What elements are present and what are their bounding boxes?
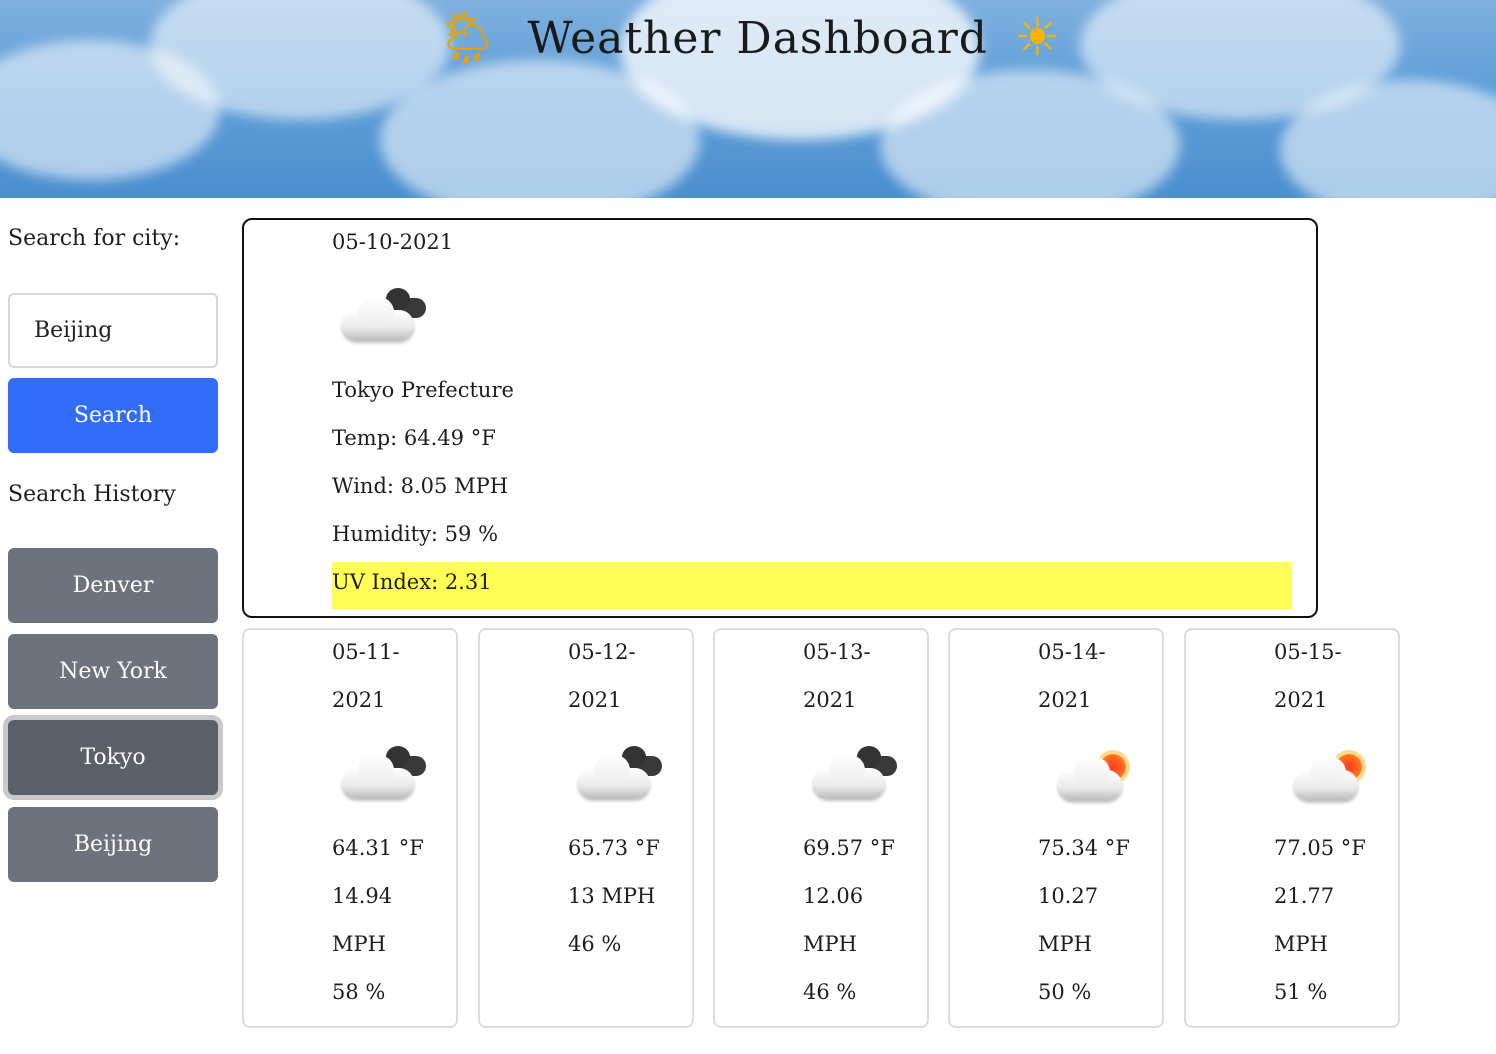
- page-title: Weather Dashboard: [527, 12, 988, 64]
- forecast-wind: 21.77: [1274, 884, 1335, 908]
- forecast-humidity: 46 %: [568, 932, 622, 956]
- forecast-temp: 75.34 °F: [1038, 836, 1130, 860]
- forecast-card: 05-14- 2021 75.34 °F 10.27 MPH 50 %: [948, 628, 1164, 1028]
- current-uv-index: UV Index: 2.31: [332, 570, 492, 594]
- cloudy-icon: [574, 746, 670, 806]
- forecast-card: 05-13- 2021 69.57 °F 12.06 MPH 46 %: [713, 628, 929, 1028]
- current-weather-card: 05-10-2021 Tokyo Prefecture Temp: 64.49 …: [242, 218, 1318, 618]
- forecast-humidity: 46 %: [803, 980, 857, 1004]
- forecast-temp: 77.05 °F: [1274, 836, 1366, 860]
- city-search-input[interactable]: [8, 293, 218, 368]
- history-button-new-york[interactable]: New York: [8, 634, 218, 709]
- sun-icon: ☀: [1013, 8, 1062, 68]
- sun-behind-rain-cloud-icon: 🌦: [434, 8, 502, 68]
- partly-sunny-icon: [1054, 748, 1150, 808]
- forecast-date-year: 2021: [568, 688, 622, 712]
- forecast-date: 05-12-: [568, 640, 636, 664]
- forecast-date-year: 2021: [1274, 688, 1328, 712]
- history-button-denver[interactable]: Denver: [8, 548, 218, 623]
- forecast-humidity: 51 %: [1274, 980, 1328, 1004]
- forecast-wind: 12.06: [803, 884, 864, 908]
- forecast-temp: 69.57 °F: [803, 836, 895, 860]
- history-button-beijing[interactable]: Beijing: [8, 807, 218, 882]
- forecast-date-year: 2021: [1038, 688, 1092, 712]
- search-button[interactable]: Search: [8, 378, 218, 453]
- forecast-wind-unit: MPH: [1274, 932, 1328, 956]
- current-temp: Temp: 64.49 °F: [332, 426, 496, 450]
- cloudy-icon: [809, 746, 905, 806]
- cloudy-icon: [338, 288, 434, 348]
- forecast-humidity: 50 %: [1038, 980, 1092, 1004]
- forecast-card: 05-11- 2021 64.31 °F 14.94 MPH 58 %: [242, 628, 458, 1028]
- forecast-wind-unit: MPH: [1038, 932, 1092, 956]
- forecast-card: 05-12- 2021 65.73 °F 13 MPH 46 %: [478, 628, 694, 1028]
- forecast-date: 05-13-: [803, 640, 871, 664]
- current-date: 05-10-2021: [332, 230, 454, 254]
- forecast-wind-unit: MPH: [803, 932, 857, 956]
- forecast-wind: 14.94: [332, 884, 393, 908]
- forecast-wind: 10.27: [1038, 884, 1099, 908]
- forecast-date: 05-11-: [332, 640, 400, 664]
- current-humidity: Humidity: 59 %: [332, 522, 499, 546]
- cloudy-icon: [338, 746, 434, 806]
- search-label: Search for city:: [8, 226, 181, 251]
- forecast-date-year: 2021: [803, 688, 857, 712]
- forecast-temp: 65.73 °F: [568, 836, 660, 860]
- forecast-humidity: 58 %: [332, 980, 386, 1004]
- forecast-date-year: 2021: [332, 688, 386, 712]
- forecast-date: 05-14-: [1038, 640, 1106, 664]
- forecast-temp: 64.31 °F: [332, 836, 424, 860]
- header-banner: 🌦 Weather Dashboard ☀: [0, 0, 1496, 198]
- forecast-date: 05-15-: [1274, 640, 1342, 664]
- search-history-label: Search History: [8, 482, 176, 507]
- forecast-wind-unit: MPH: [332, 932, 386, 956]
- forecast-card: 05-15- 2021 77.05 °F 21.77 MPH 51 %: [1184, 628, 1400, 1028]
- current-wind: Wind: 8.05 MPH: [332, 474, 509, 498]
- history-button-tokyo[interactable]: Tokyo: [8, 720, 218, 795]
- partly-sunny-icon: [1290, 748, 1386, 808]
- forecast-wind: 13 MPH: [568, 884, 656, 908]
- current-city: Tokyo Prefecture: [332, 378, 514, 402]
- page-title-row: 🌦 Weather Dashboard ☀: [0, 12, 1496, 64]
